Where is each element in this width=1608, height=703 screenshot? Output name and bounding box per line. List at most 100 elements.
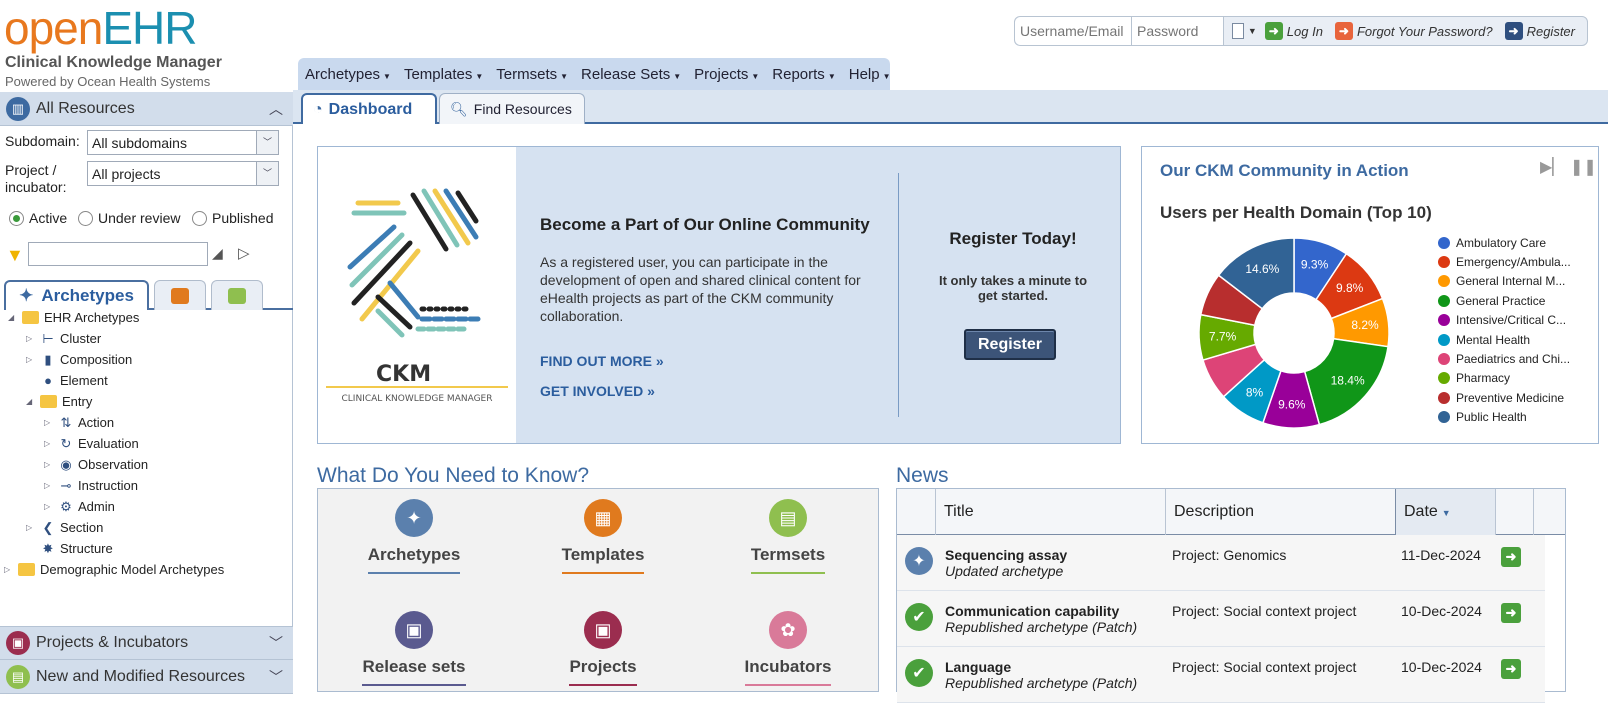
expand-toggle-icon[interactable]: ▷ [44,439,54,448]
go-arrow-icon[interactable]: ➜ [1501,603,1521,623]
chevron-down-icon: ﹀ [256,162,278,185]
go-arrow-icon[interactable]: ➜ [1501,547,1521,567]
tree-cluster[interactable]: ▷ ⊢ Cluster [26,331,101,347]
menu-release-sets[interactable]: Release Sets ▼ [581,66,681,83]
col-title[interactable]: Title [935,489,1165,535]
news-row-title: Communication capability [945,603,1120,619]
legend-item[interactable]: Public Health [1438,408,1571,427]
chevron-down-icon[interactable]: ﹀ [269,633,283,653]
tree-section[interactable]: ▷ ❮ Section [26,520,103,536]
template-icon: ▦ [584,499,622,537]
register-button[interactable]: Register [964,329,1056,360]
tree-admin[interactable]: ▷ ⚙ Admin [44,499,115,515]
tree-ehr-archetypes[interactable]: ◢ EHR Archetypes [8,310,139,325]
tab-dashboard[interactable]: ◔ Dashboard [301,93,437,124]
subdomain-select[interactable]: All subdomains ﹀ [87,130,279,155]
menu-termsets[interactable]: Termsets ▼ [496,66,568,83]
col-description[interactable]: Description [1165,489,1395,535]
legend-item[interactable]: Intensive/Critical C... [1438,311,1571,330]
legend-item[interactable]: Emergency/Ambula... [1438,252,1571,271]
radio-published[interactable]: Published [192,210,274,226]
legend-item[interactable]: Paediatrics and Chi... [1438,349,1571,368]
tree-composition[interactable]: ▷ ▮ Composition [26,352,132,368]
project-select[interactable]: All projects ﹀ [87,161,279,186]
archetype-icon: ✦ [395,499,433,537]
expand-toggle-icon[interactable]: ▷ [4,565,14,574]
know-panel: ✦ Archetypes ▦ Templates ▤ Termsets ▣ Releas… [317,488,879,692]
know-projects[interactable]: ▣ Projects [533,611,673,686]
find-out-more-link[interactable]: FIND OUT MORE » [540,353,664,369]
menu-templates[interactable]: Templates ▼ [404,66,483,83]
go-arrow-icon[interactable]: ➜ [1501,659,1521,679]
know-archetypes[interactable]: ✦ Archetypes [344,499,484,574]
radio-active[interactable]: Active [9,210,67,226]
forgot-password-label: Forgot Your Password? [1356,23,1493,39]
username-input[interactable] [1015,17,1132,45]
menu-help[interactable]: Help ▼ [849,66,891,83]
expand-toggle-icon[interactable]: ▷ [44,418,54,427]
login-link[interactable]: ➜ Log In [1264,22,1323,40]
col-date[interactable]: Date ▼ [1395,489,1495,535]
col-date-label: Date [1404,503,1438,520]
remember-checkbox[interactable] [1232,23,1244,39]
expand-all-icon[interactable]: ▷ [238,244,250,262]
tree-evaluation[interactable]: ▷ ↻ Evaluation [44,436,139,452]
termset-icon: ▤ [769,499,807,537]
tree-action[interactable]: ▷ ⇅ Action [44,415,114,431]
legend-item[interactable]: Pharmacy [1438,369,1571,388]
know-incubators[interactable]: ✿ Incubators [718,611,858,686]
collapse-toggle-icon[interactable]: ◢ [26,397,36,406]
chevron-down-icon[interactable]: ﹀ [269,667,283,687]
radio-under-review[interactable]: Under review [78,210,180,226]
legend-label: Preventive Medicine [1456,390,1565,405]
tree-element[interactable]: ● Element [26,373,108,388]
tree-entry[interactable]: ◢ Entry [26,394,92,409]
know-termsets[interactable]: ▤ Termsets [718,499,858,574]
know-templates[interactable]: ▦ Templates [533,499,673,574]
collapse-all-icon[interactable]: ◢ [212,245,223,262]
expand-toggle-icon[interactable]: ▷ [44,502,54,511]
menu-projects[interactable]: Projects ▼ [694,66,759,83]
radio-published-button[interactable] [192,210,207,226]
collapse-toggle-icon[interactable]: ◢ [8,313,18,322]
radio-under-review-button[interactable] [78,210,93,226]
table-row[interactable]: ✔ Communication capability Republished a… [897,591,1545,647]
tab-find-resources[interactable]: 🔍︎ Find Resources [439,93,585,124]
pause-icon[interactable]: ❚❚ [1570,157,1597,177]
tree-instruction[interactable]: ▷ ⊸ Instruction [44,478,138,494]
expand-toggle-icon[interactable]: ▷ [26,334,36,343]
radio-active-button[interactable] [9,210,24,226]
projects-incubators-header[interactable]: ▣ Projects & Incubators ﹀ [0,626,293,660]
login-bar: ▼ ➜Log In ➜Forgot Your Password? ➜Regist… [1014,16,1588,46]
legend-item[interactable]: Mental Health [1438,330,1571,349]
tab-archetypes[interactable]: ✦ Archetypes [4,280,149,310]
all-resources-header[interactable]: ▥ All Resources ︿ [0,92,293,126]
register-link[interactable]: ➜ Register [1504,22,1575,40]
chevron-down-icon[interactable]: ▼ [1248,26,1257,36]
legend-item[interactable]: General Internal M... [1438,272,1571,291]
table-row[interactable]: ✦ Sequencing assay Updated archetype Pro… [897,535,1545,591]
table-row[interactable]: ✔ Language Republished archetype (Patch)… [897,647,1545,703]
skip-next-icon[interactable]: ▶▏ [1540,157,1565,177]
expand-toggle-icon[interactable]: ▷ [26,355,36,364]
legend-item[interactable]: Ambulatory Care [1438,233,1571,252]
chevron-up-icon[interactable]: ︿ [269,99,283,119]
know-release-sets[interactable]: ▣ Release sets [344,611,484,686]
forgot-password-link[interactable]: ➜ Forgot Your Password? [1334,22,1493,40]
expand-toggle-icon[interactable]: ▷ [26,523,36,532]
tree-structure[interactable]: ✸ Structure [26,541,113,557]
tab-templates[interactable] [154,280,206,310]
tree-demographic[interactable]: ▷ Demographic Model Archetypes [4,562,224,577]
tree-observation[interactable]: ▷ ◉ Observation [44,457,148,473]
legend-item[interactable]: Preventive Medicine [1438,388,1571,407]
legend-item[interactable]: General Practice [1438,291,1571,310]
menu-archetypes[interactable]: Archetypes ▼ [305,66,391,83]
new-modified-header[interactable]: ▤ New and Modified Resources ﹀ [0,660,293,694]
tab-termsets[interactable] [211,280,263,310]
get-involved-link[interactable]: GET INVOLVED » [540,383,655,399]
menu-reports[interactable]: Reports ▼ [772,66,835,83]
password-input[interactable] [1132,17,1224,45]
filter-input[interactable] [28,242,208,266]
expand-toggle-icon[interactable]: ▷ [44,460,54,469]
expand-toggle-icon[interactable]: ▷ [44,481,54,490]
